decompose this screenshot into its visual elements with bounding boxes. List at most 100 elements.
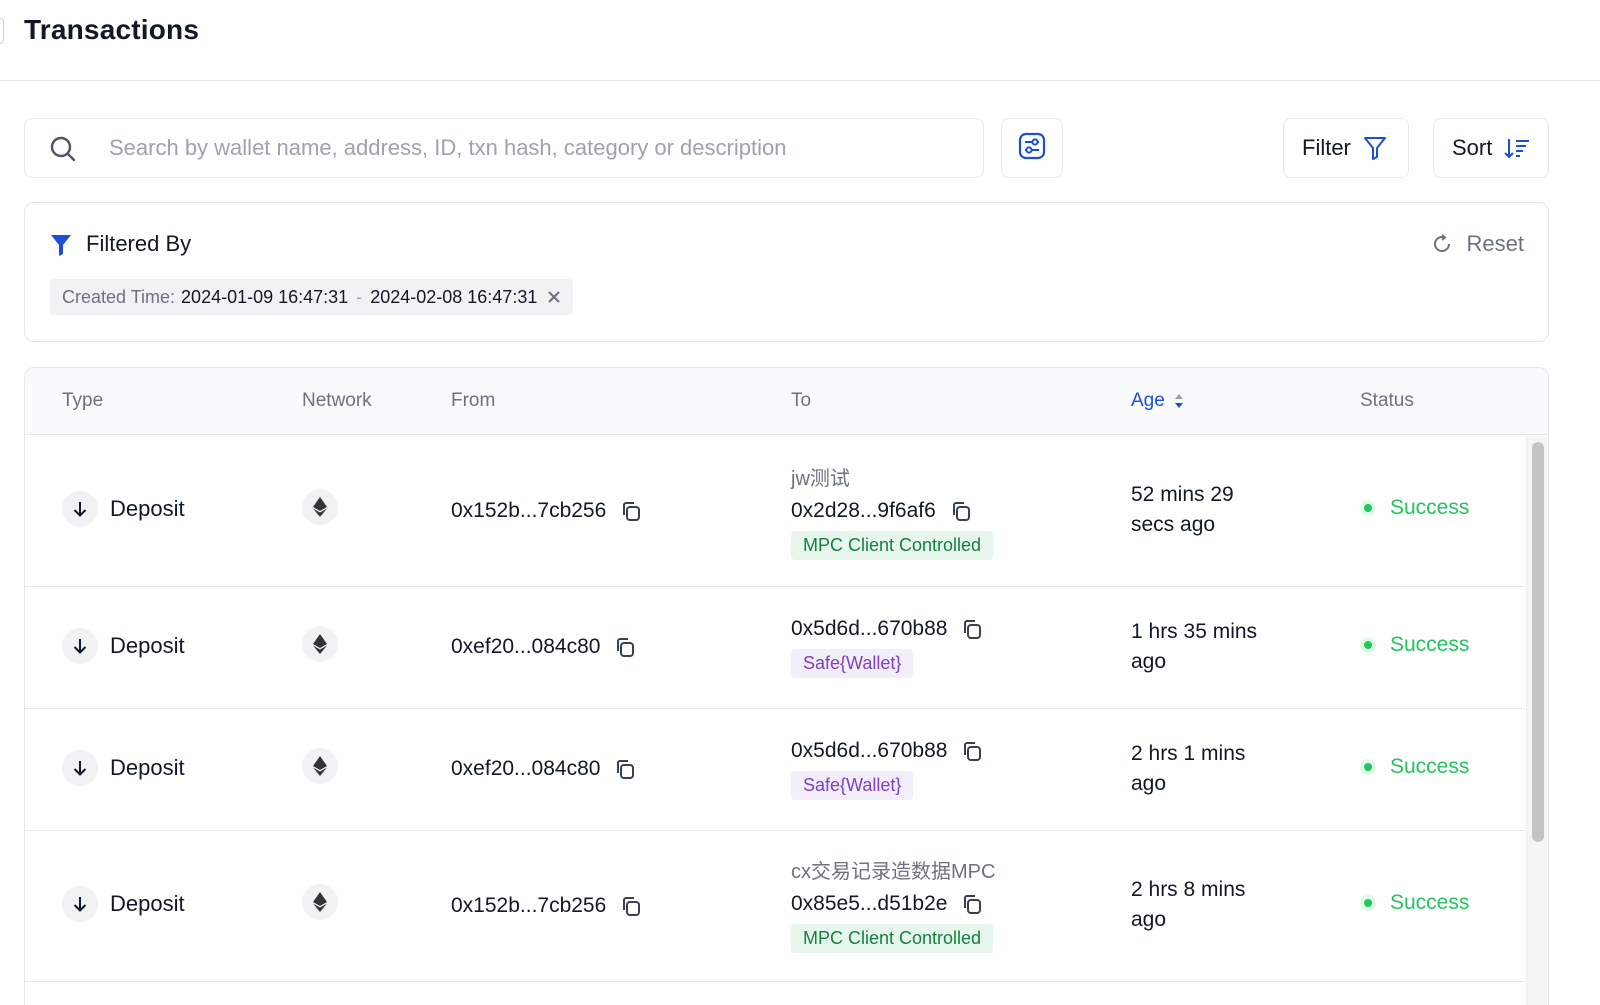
to-address-text: 0x2d28...9f6af6 <box>791 499 936 522</box>
to-address: 0x5d6d...670b88 <box>791 617 983 641</box>
filter-button-label: Filter <box>1302 135 1351 160</box>
to-cell: cx交易记录造数据MPC 0x85e5...d51b2e MPC Client … <box>791 855 995 953</box>
refresh-icon <box>1431 233 1453 255</box>
funnel-icon <box>1363 135 1387 161</box>
type-label: Deposit <box>110 891 185 916</box>
status-text: Success <box>1390 633 1470 656</box>
status-badge: Success <box>1360 633 1469 657</box>
chip-separator: - <box>356 286 363 307</box>
filter-panel: Filtered By Reset Created Time: 2024-01-… <box>24 202 1549 342</box>
copy-icon[interactable] <box>614 758 636 780</box>
advanced-settings-button[interactable] <box>1001 118 1063 178</box>
column-to: To <box>791 390 812 411</box>
created-time-filter-chip: Created Time: 2024-01-09 16:47:31 - 2024… <box>50 279 574 315</box>
reset-button[interactable]: Reset <box>1431 231 1524 257</box>
copy-icon[interactable] <box>961 893 983 915</box>
table-row[interactable]: Deposit 0x152b...7cb256 jw测试 0x2d28...9f… <box>25 436 1525 587</box>
table-header: Type Network From To Age Status <box>25 368 1548 435</box>
network-cell <box>302 748 338 784</box>
ethereum-icon <box>302 884 338 920</box>
to-cell: 0x5d6d...670b88 Safe{Wallet} <box>791 739 983 800</box>
to-wallet-name: cx交易记录造数据MPC <box>791 861 996 883</box>
age-line: secs ago <box>1131 513 1216 536</box>
from-address: 0x152b...7cb256 <box>451 499 642 523</box>
from-address-text: 0xef20...084c80 <box>451 757 601 780</box>
to-cell: 0x5d6d...670b88 Safe{Wallet} <box>791 617 983 678</box>
type-cell: Deposit <box>62 886 185 922</box>
sidebar-edge <box>0 18 4 44</box>
ethereum-icon <box>302 489 338 525</box>
network-cell <box>302 626 338 662</box>
age-line: ago <box>1131 650 1167 673</box>
sliders-icon <box>1018 132 1046 165</box>
to-address: 0x2d28...9f6af6 <box>791 499 993 523</box>
wallet-type-tag: Safe{Wallet} <box>791 649 914 678</box>
column-from: From <box>451 390 496 411</box>
status-badge: Success <box>1360 496 1469 520</box>
status-badge: Success <box>1360 891 1469 915</box>
copy-icon[interactable] <box>961 740 983 762</box>
copy-icon[interactable] <box>620 500 642 522</box>
from-address-text: 0xef20...084c80 <box>451 635 601 658</box>
type-label: Deposit <box>110 633 185 658</box>
type-cell: Deposit <box>62 491 185 527</box>
status-text: Success <box>1390 496 1470 519</box>
status-dot-icon <box>1360 759 1376 775</box>
column-type: Type <box>62 390 104 411</box>
to-address: 0x85e5...d51b2e <box>791 892 995 916</box>
age-cell: 52 mins 29 secs ago <box>1131 480 1301 540</box>
age-line: 2 hrs 8 mins <box>1131 878 1246 901</box>
to-address: 0x5d6d...670b88 <box>791 739 983 763</box>
type-label: Deposit <box>110 496 185 521</box>
table-row[interactable]: Deposit 0xef20...084c80 0x5d6d...670b88 … <box>25 709 1525 831</box>
copy-icon[interactable] <box>620 895 642 917</box>
filter-button[interactable]: Filter <box>1283 118 1409 178</box>
wallet-type-tag: MPC Client Controlled <box>791 924 994 953</box>
to-address-text: 0x85e5...d51b2e <box>791 892 948 915</box>
status-dot-icon <box>1360 637 1376 653</box>
age-line: ago <box>1131 772 1167 795</box>
status-dot-icon <box>1360 895 1376 911</box>
sort-button-label: Sort <box>1452 135 1493 160</box>
search-icon <box>49 135 77 163</box>
arrow-down-icon <box>62 750 98 786</box>
sort-button[interactable]: Sort <box>1433 118 1549 178</box>
network-cell <box>302 489 338 525</box>
age-cell: 2 hrs 8 mins ago <box>1131 875 1301 935</box>
type-label: Deposit <box>110 755 185 780</box>
age-cell: 1 hrs 35 mins ago <box>1131 617 1301 677</box>
copy-icon[interactable] <box>614 636 636 658</box>
from-address: 0xef20...084c80 <box>451 635 636 659</box>
funnel-filled-icon <box>50 233 72 262</box>
search-bar <box>24 118 984 178</box>
from-address-text: 0x152b...7cb256 <box>451 499 607 522</box>
copy-icon[interactable] <box>961 618 983 640</box>
type-cell: Deposit <box>62 750 185 786</box>
sort-icon <box>1504 136 1530 160</box>
column-age-sortable[interactable]: Age <box>1131 390 1185 412</box>
scrollbar-thumb[interactable] <box>1532 442 1544 842</box>
table-scrollbar[interactable] <box>1526 436 1548 1005</box>
close-icon[interactable] <box>547 290 561 304</box>
search-input[interactable] <box>109 119 969 177</box>
age-line: 1 hrs 35 mins <box>1131 620 1258 643</box>
sort-arrows-icon <box>1173 391 1185 411</box>
status-text: Success <box>1390 755 1470 778</box>
table-row[interactable]: Deposit 0xef20...084c80 0x5d6d...670b88 … <box>25 587 1525 709</box>
arrow-down-icon <box>62 886 98 922</box>
copy-icon[interactable] <box>950 500 972 522</box>
column-network: Network <box>302 390 372 411</box>
to-address-text: 0x5d6d...670b88 <box>791 739 948 762</box>
arrow-down-icon <box>62 491 98 527</box>
page-header: Transactions <box>0 0 1600 81</box>
page-title: Transactions <box>24 14 200 45</box>
table-row[interactable]: Deposit 0x152b...7cb256 cx交易记录造数据MPC 0x8… <box>25 831 1525 982</box>
age-line: 2 hrs 1 mins <box>1131 742 1246 765</box>
from-address: 0x152b...7cb256 <box>451 894 642 918</box>
network-cell <box>302 884 338 920</box>
chip-end-date: 2024-02-08 16:47:31 <box>370 286 538 307</box>
transactions-table: Type Network From To Age Status Deposit … <box>24 367 1549 1005</box>
chip-start-date: 2024-01-09 16:47:31 <box>181 286 349 307</box>
wallet-type-tag: Safe{Wallet} <box>791 771 914 800</box>
age-cell: 2 hrs 1 mins ago <box>1131 739 1301 799</box>
